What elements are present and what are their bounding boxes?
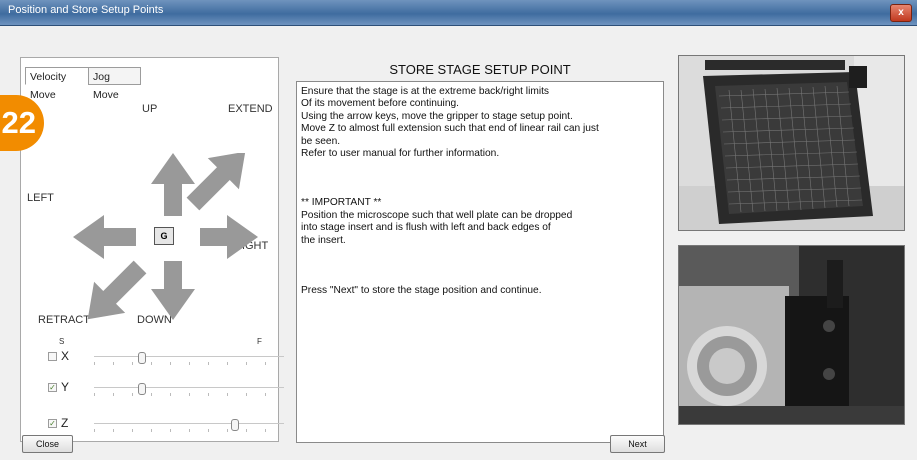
arrow-retract[interactable] bbox=[73, 251, 156, 323]
instruction-line: into stage insert and is flush with left… bbox=[301, 222, 551, 234]
axis-x-label: X bbox=[61, 349, 70, 363]
slider-fast-label: F bbox=[257, 337, 262, 346]
instruction-line: Move Z to almost full extension such tha… bbox=[301, 123, 599, 135]
instruction-line: the insert. bbox=[301, 234, 346, 246]
slider-slow-label: S bbox=[59, 337, 65, 346]
axis-row-x: X bbox=[48, 349, 288, 365]
arrow-down[interactable] bbox=[151, 261, 195, 320]
dialog-body: Velocity Move Jog Move UP EXTEND LEFT RI… bbox=[0, 26, 917, 460]
instruction-line: Of its movement before continuing. bbox=[301, 98, 459, 110]
instructions-title: STORE STAGE SETUP POINT bbox=[389, 62, 571, 77]
axis-z-label: Z bbox=[61, 416, 69, 430]
label-up: UP bbox=[142, 103, 158, 115]
tab-velocity-move[interactable]: Velocity Move bbox=[25, 67, 89, 101]
title-bar: Position and Store Setup Points x bbox=[0, 0, 917, 26]
arrow-right[interactable] bbox=[200, 215, 258, 259]
axis-y-slider[interactable] bbox=[94, 383, 284, 395]
axis-x-ticks bbox=[94, 362, 284, 365]
axis-y-ticks bbox=[94, 393, 284, 396]
close-button[interactable]: Close bbox=[22, 435, 73, 453]
instructions-panel: STORE STAGE SETUP POINT Ensure that the … bbox=[294, 57, 666, 444]
stage-photo bbox=[678, 55, 905, 231]
axis-x-slider[interactable] bbox=[94, 352, 284, 364]
axis-x-checkbox[interactable] bbox=[48, 352, 57, 361]
axis-row-y: ✓ Y bbox=[48, 380, 288, 396]
instruction-line: Position the microscope such that well p… bbox=[301, 209, 573, 221]
next-button[interactable]: Next bbox=[610, 435, 665, 453]
instruction-line: be seen. bbox=[301, 135, 341, 147]
go-button[interactable]: G bbox=[154, 227, 174, 245]
axis-z-slider[interactable] bbox=[94, 419, 284, 431]
axis-z-ticks bbox=[94, 429, 284, 432]
arrow-up[interactable] bbox=[151, 153, 195, 216]
gripper-photo bbox=[678, 245, 905, 425]
axis-row-z: ✓ Z bbox=[48, 416, 288, 432]
motion-control-panel: Velocity Move Jog Move UP EXTEND LEFT RI… bbox=[20, 57, 284, 442]
instruction-line: Ensure that the stage is at the extreme … bbox=[301, 86, 550, 97]
instruction-line: Using the arrow keys, move the gripper t… bbox=[301, 110, 573, 122]
tab-jog-move[interactable]: Jog Move bbox=[88, 67, 141, 101]
axis-y-label: Y bbox=[61, 380, 70, 394]
axis-y-checkbox[interactable]: ✓ bbox=[48, 383, 57, 392]
instruction-line: Refer to user manual for further informa… bbox=[301, 148, 500, 160]
instructions-text: Ensure that the stage is at the extreme … bbox=[296, 81, 664, 443]
arrow-extend[interactable] bbox=[177, 153, 258, 220]
label-extend: EXTEND bbox=[228, 103, 273, 115]
label-left: LEFT bbox=[27, 192, 54, 204]
arrow-left[interactable] bbox=[73, 215, 136, 259]
window-close-button[interactable]: x bbox=[890, 4, 912, 22]
instruction-line: Press "Next" to store the stage position… bbox=[301, 285, 542, 297]
important-heading: ** IMPORTANT ** bbox=[301, 197, 382, 209]
window-title: Position and Store Setup Points bbox=[8, 4, 164, 16]
axis-z-checkbox[interactable]: ✓ bbox=[48, 419, 57, 428]
